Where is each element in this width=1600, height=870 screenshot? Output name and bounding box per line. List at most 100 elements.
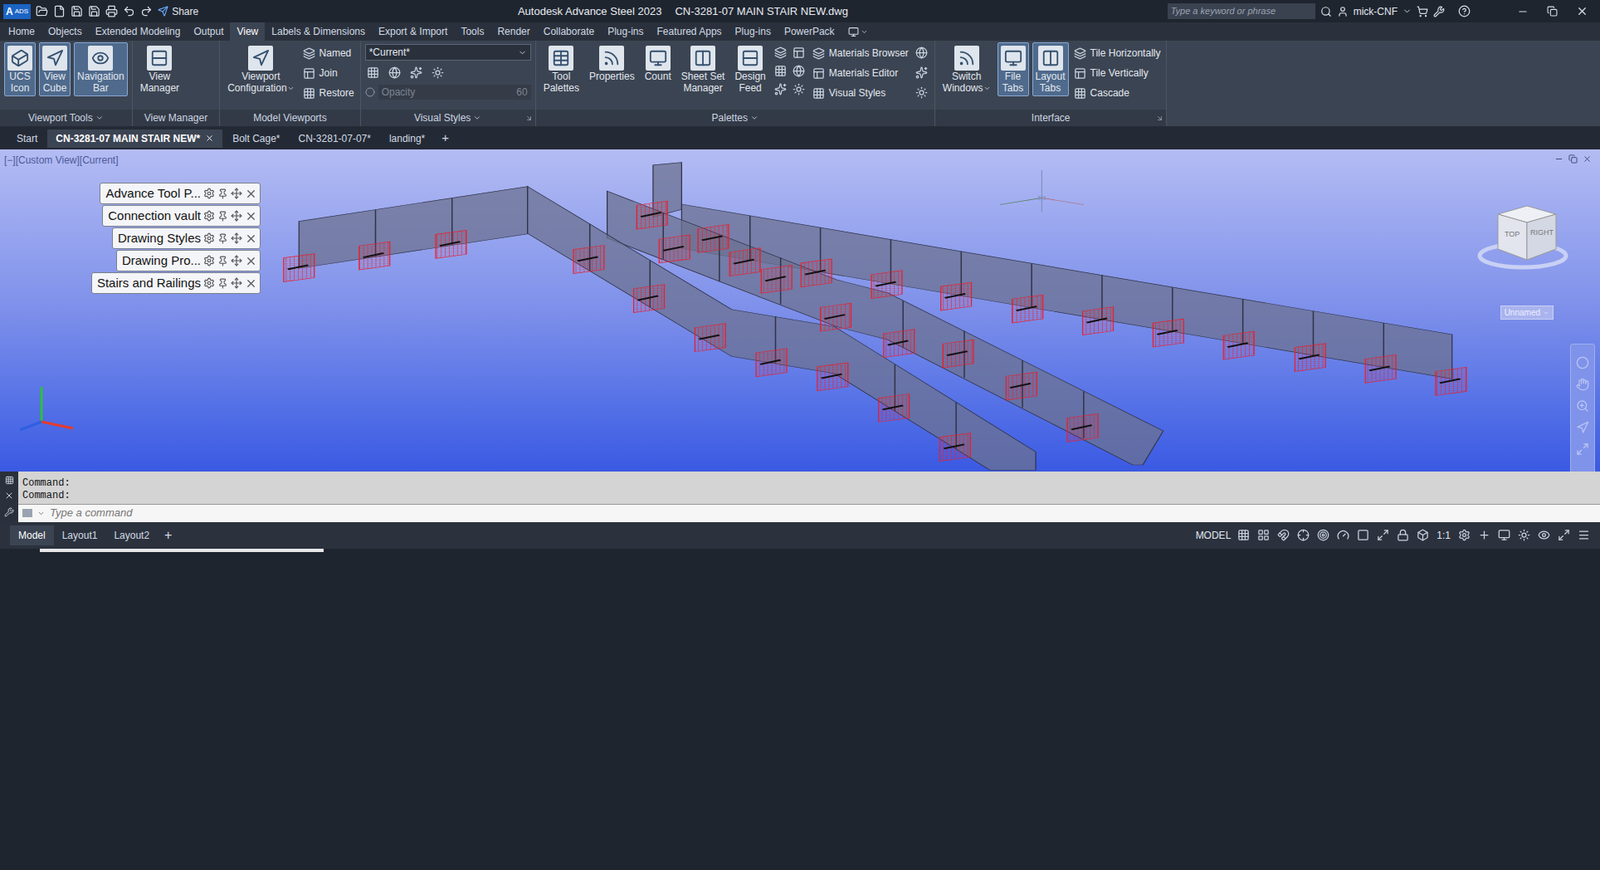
panel-title[interactable]: View Manager [144,110,209,126]
panel-title[interactable]: Model Viewports [253,110,327,126]
ribbon-tab[interactable]: Output [186,22,230,41]
model-space-toggle[interactable]: MODEL [1195,527,1232,543]
workspace-icon[interactable] [848,26,859,38]
ribbon-tab[interactable]: View [229,22,265,41]
gear-icon[interactable] [203,187,215,200]
panel-title[interactable]: Interface [1031,110,1071,126]
ribbon-small-button[interactable]: Restore [301,82,357,103]
close-icon[interactable] [244,254,258,268]
ribbon-icon-button[interactable] [772,80,790,98]
dropdown-icon[interactable] [37,509,45,518]
new-layout-button[interactable]: + [157,525,179,546]
app-logo[interactable]: AADS [3,4,31,20]
move-icon[interactable] [230,187,243,200]
gear-icon[interactable] [203,209,215,222]
ribbon-icon-button[interactable] [790,80,808,98]
ribbon-small-button[interactable]: Join [301,63,357,83]
quick-access-icon[interactable] [105,4,118,18]
close-icon[interactable] [244,232,258,245]
gear-icon[interactable] [203,232,215,244]
viewport[interactable]: [−][Custom View][Current]Advance Tool P.… [0,149,1600,472]
move-icon[interactable] [230,277,243,289]
close-icon[interactable] [4,490,15,501]
ribbon-tab[interactable]: Collaborate [536,22,601,41]
layout-tab[interactable]: Layout2 [105,525,158,546]
status-tool-icon[interactable] [1478,528,1491,542]
ribbon-icon-button[interactable] [913,83,931,101]
viewport-restore-icon[interactable] [1568,154,1578,164]
opacity-slider[interactable]: Opacity60 [365,83,532,101]
grip-icon[interactable] [4,475,15,485]
pin-icon[interactable] [217,210,229,222]
nav-tool-icon[interactable] [1575,442,1590,456]
ribbon-large-button[interactable]: FileTabs [997,42,1030,97]
ribbon-icon-button[interactable] [790,43,808,61]
nav-tool-icon[interactable] [1575,356,1590,370]
annotation-scale[interactable]: 1:1 [1436,527,1451,543]
ribbon-tab[interactable]: Home [1,22,42,41]
ribbon-large-button[interactable]: ToolPalettes [540,42,583,97]
panel-title[interactable]: Visual Styles [414,110,482,126]
ribbon-large-button[interactable]: ViewportConfiguration [224,42,298,97]
nav-tool-icon[interactable] [1575,420,1590,435]
quick-access-icon[interactable] [87,4,101,18]
ribbon-tab[interactable]: PowerPack [777,22,842,41]
view-cube[interactable]: TOPRIGHT [1477,197,1569,273]
viewport-close-icon[interactable] [1582,154,1592,164]
ribbon-icon-button[interactable] [790,62,808,79]
ribbon-tab[interactable]: Extended Modeling [88,22,188,41]
gear-icon[interactable] [203,277,215,289]
user-name[interactable]: mick-CNF [1353,4,1398,20]
share-button[interactable]: Share [157,4,199,20]
close-icon[interactable] [1575,4,1589,18]
ribbon-large-button[interactable]: DesignFeed [731,42,769,97]
ribbon-small-button[interactable]: Tile Horizontally [1072,43,1163,64]
file-tab[interactable]: CN-3281-07 MAIN STAIR NEW* [47,129,223,148]
move-icon[interactable] [230,209,243,222]
panel-title[interactable]: Palettes [712,110,759,126]
ribbon-small-button[interactable]: Visual Styles [810,82,911,103]
ribbon-small-button[interactable]: Materials Editor [810,63,911,83]
ribbon-large-button[interactable]: SwitchWindows [939,42,995,97]
status-tool-icon[interactable] [1458,528,1471,542]
ribbon-large-button[interactable]: ViewManager [136,42,183,97]
file-tab[interactable]: landing* [380,129,434,148]
status-toggle-icon[interactable] [1297,528,1310,542]
ribbon-icon-button[interactable] [365,63,382,81]
status-toggle-icon[interactable] [1396,528,1410,542]
quick-access-icon[interactable] [35,4,49,18]
close-tab-icon[interactable] [204,133,215,143]
command-input[interactable]: Type a command [18,503,1600,522]
ribbon-tab[interactable]: Tools [453,22,491,41]
panel-title[interactable]: Viewport Tools [28,110,104,126]
status-toggle-icon[interactable] [1416,528,1430,542]
floating-palette[interactable]: Stairs and Railings [91,272,261,294]
layout-tab[interactable]: Layout1 [53,525,107,546]
status-tool-icon[interactable] [1517,528,1531,542]
floating-palette[interactable]: Drawing Styles [112,227,261,249]
ribbon-tab[interactable]: Objects [41,22,89,41]
scrollbar-thumb[interactable] [39,548,324,552]
dialog-launcher-icon[interactable] [525,114,533,122]
quick-access-icon[interactable] [140,4,153,18]
ribbon-large-button[interactable]: Properties [585,42,639,85]
pin-icon[interactable] [217,278,229,289]
floating-palette[interactable]: Connection vault [102,204,261,227]
status-toggle-icon[interactable] [1277,528,1290,542]
ribbon-icon-button[interactable] [429,63,447,81]
ribbon-icon-button[interactable] [913,63,931,81]
ribbon-icon-button[interactable] [772,62,790,79]
status-toggle-icon[interactable] [1336,528,1350,542]
ribbon-large-button[interactable]: NavigationBar [73,42,128,97]
quick-access-icon[interactable] [70,4,83,18]
cart-icon[interactable] [1416,5,1429,18]
ribbon-large-button[interactable]: Count [641,42,675,85]
quick-access-icon[interactable] [53,4,66,18]
status-tool-icon[interactable] [1577,528,1591,542]
pin-icon[interactable] [217,188,229,200]
customize-icon[interactable] [4,507,15,518]
ribbon-icon-button[interactable] [408,63,425,81]
search-box[interactable]: Type a keyword or phrase [1167,3,1316,20]
status-toggle-icon[interactable] [1356,528,1370,542]
dropdown-icon[interactable] [1402,6,1412,16]
